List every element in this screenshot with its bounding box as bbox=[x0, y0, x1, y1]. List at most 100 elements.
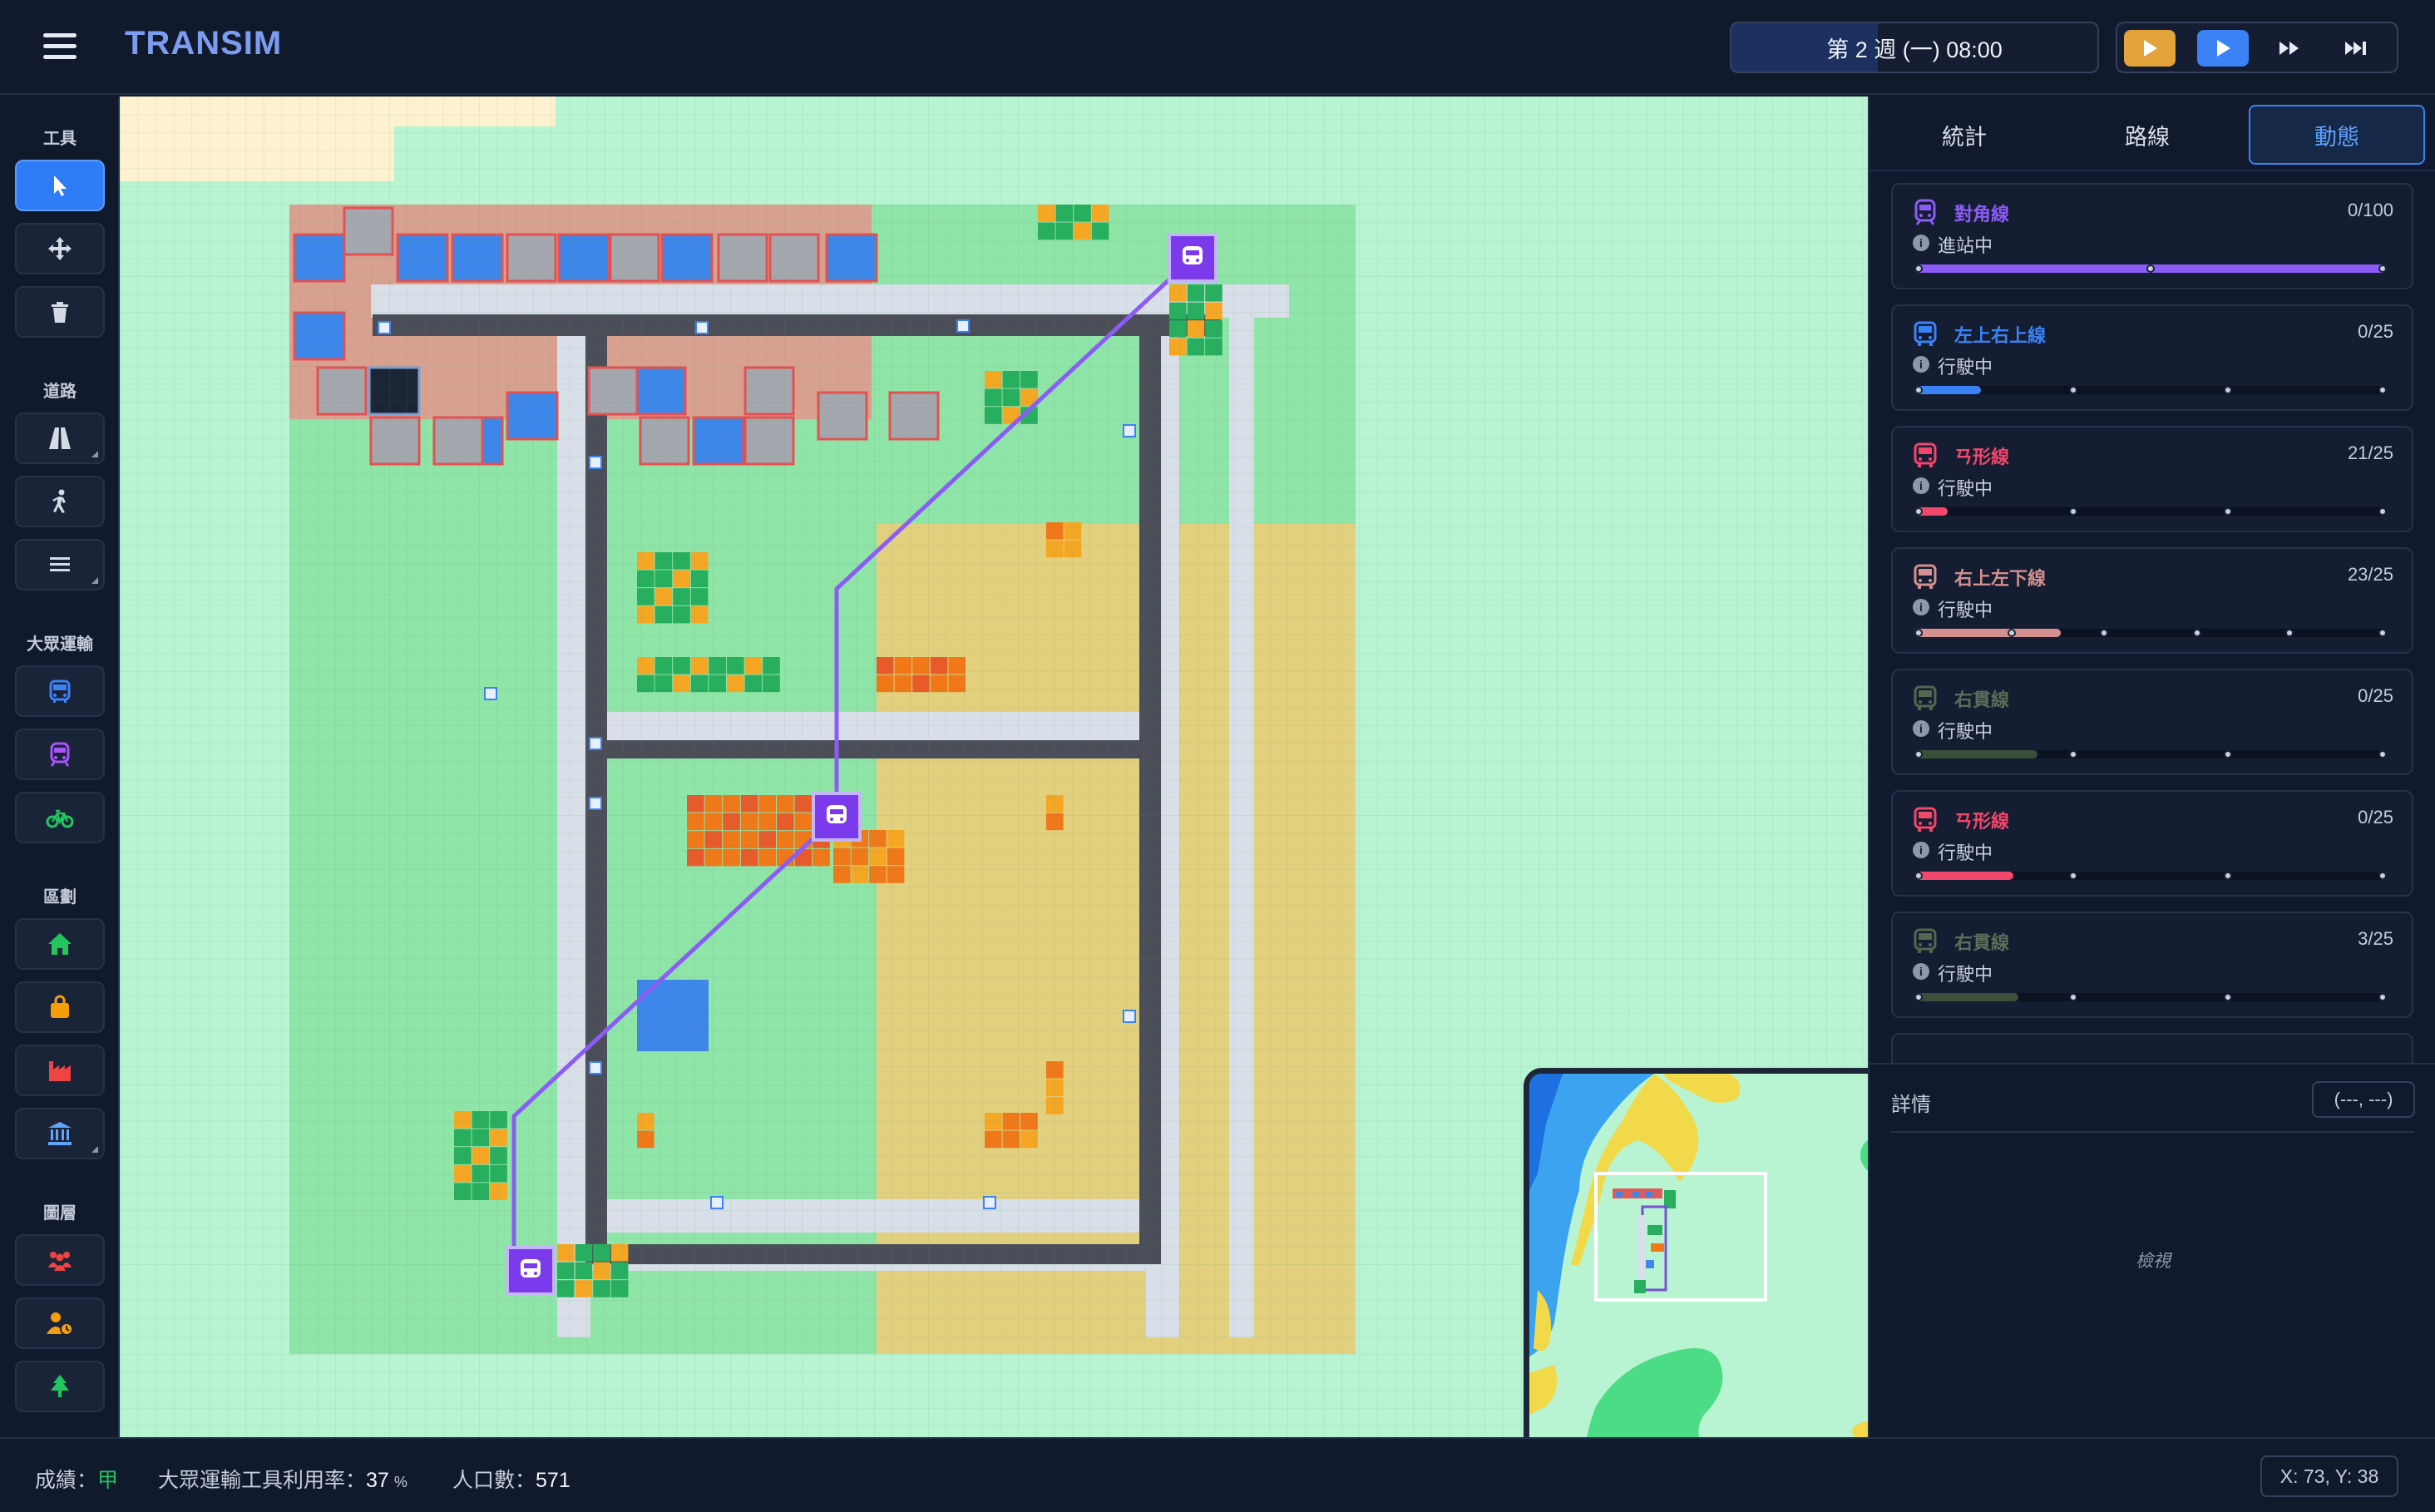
route-stop-marker bbox=[1914, 629, 1923, 637]
train-station[interactable] bbox=[812, 792, 862, 842]
route-stop-marker bbox=[2285, 629, 2294, 637]
factory-icon bbox=[49, 1061, 71, 1081]
utilization-unit: % bbox=[393, 1474, 407, 1490]
route-stop-marker bbox=[2378, 507, 2387, 516]
route-progress-track bbox=[1914, 872, 2387, 880]
route-progress-track bbox=[1914, 629, 2387, 637]
route-progress-fill bbox=[1914, 872, 2014, 880]
industrial-zone-button[interactable] bbox=[15, 1045, 105, 1096]
route-name: 右上左下線 bbox=[1954, 568, 2047, 589]
minimap[interactable] bbox=[1524, 1068, 1868, 1437]
fast-forward-icon bbox=[2279, 42, 2299, 55]
info-panel: 統計 路線 動態 對角線 0/100 i 進站中 左上右上線 0/25 i 行駛中 ㄢ形線 21/… bbox=[1868, 96, 2435, 1437]
route-stop-marker bbox=[2100, 629, 2109, 637]
select-tool-button[interactable] bbox=[15, 160, 105, 211]
population-layer-button[interactable] bbox=[15, 1234, 105, 1286]
population-stat: 人口數：571 bbox=[452, 1464, 570, 1494]
bus-vehicle bbox=[589, 797, 602, 810]
civic-zone-button[interactable] bbox=[15, 1108, 105, 1159]
route-stop-marker bbox=[2069, 872, 2077, 880]
shopping-bag-icon bbox=[51, 995, 69, 1018]
utilization-stat: 大眾運輸工具利用率：37% bbox=[158, 1464, 407, 1494]
route-stop-marker bbox=[2224, 993, 2232, 1001]
menu-icon[interactable] bbox=[43, 33, 77, 60]
route-card[interactable]: 右貫線 0/25 i 行駛中 bbox=[1891, 669, 2413, 775]
move-tool-button[interactable] bbox=[15, 223, 105, 274]
population-value: 571 bbox=[536, 1469, 570, 1492]
bus-tool-button[interactable] bbox=[15, 665, 105, 717]
train-station[interactable] bbox=[1168, 233, 1218, 283]
route-load: 3/25 bbox=[2358, 928, 2393, 949]
cursor-position: X: 73, Y: 38 bbox=[2260, 1455, 2398, 1497]
bus-icon bbox=[1911, 805, 1939, 833]
route-name: 左上右上線 bbox=[1954, 325, 2047, 346]
route-progress-track bbox=[1914, 750, 2387, 758]
route-stop-marker bbox=[2069, 750, 2077, 758]
bus-vehicle bbox=[1123, 424, 1136, 437]
commercial-zone-button[interactable] bbox=[15, 981, 105, 1033]
section-label-roads: 道路 bbox=[43, 383, 77, 401]
bus-vehicle bbox=[956, 319, 970, 333]
pause-button[interactable] bbox=[2124, 30, 2176, 67]
route-progress-track bbox=[1914, 386, 2387, 394]
bus-vehicle bbox=[378, 321, 391, 334]
play-button[interactable] bbox=[2197, 30, 2249, 67]
train-tool-button[interactable] bbox=[15, 729, 105, 780]
app-root: TRANSIM 第 2 週 (一) 08:00 工具 道路 大眾運輸 區劃 圖層… bbox=[0, 0, 2435, 1512]
road-tool-button[interactable] bbox=[15, 413, 105, 464]
utilization-value: 37 bbox=[366, 1469, 389, 1492]
submenu-indicator bbox=[91, 1146, 98, 1153]
route-stop-marker bbox=[2378, 993, 2387, 1001]
route-progress-track bbox=[1914, 507, 2387, 516]
bike-tool-button[interactable] bbox=[15, 792, 105, 843]
details-panel: 詳情 (---, ---) 檢視 bbox=[1869, 1063, 2435, 1437]
train-station[interactable] bbox=[506, 1246, 556, 1296]
route-stop-marker bbox=[2007, 629, 2016, 637]
tab-routes[interactable]: 路線 bbox=[2059, 105, 2235, 165]
fastest-button[interactable] bbox=[2330, 30, 2382, 67]
delete-tool-button[interactable] bbox=[15, 286, 105, 338]
play-icon bbox=[2144, 40, 2157, 57]
route-stop-marker bbox=[2378, 750, 2387, 758]
route-card[interactable] bbox=[1891, 1033, 2413, 1063]
grade-stat: 成績：甲 bbox=[35, 1464, 118, 1494]
bank-icon bbox=[48, 1122, 72, 1145]
people-icon bbox=[48, 1252, 72, 1271]
residential-zone-button[interactable] bbox=[15, 918, 105, 970]
route-status: 行駛中 bbox=[1938, 478, 1993, 499]
route-card[interactable]: 對角線 0/100 i 進站中 bbox=[1891, 183, 2413, 289]
route-card[interactable]: 左上右上線 0/25 i 行駛中 bbox=[1891, 304, 2413, 411]
bus-vehicle bbox=[589, 737, 602, 750]
route-load: 0/100 bbox=[2347, 200, 2393, 220]
route-card[interactable]: ㄢ形線 0/25 i 行駛中 bbox=[1891, 790, 2413, 897]
tab-activity[interactable]: 動態 bbox=[2249, 105, 2425, 165]
grade-label: 成績： bbox=[35, 1469, 98, 1492]
route-card[interactable]: 右貫線 3/25 i 行駛中 bbox=[1891, 912, 2413, 1018]
nature-layer-button[interactable] bbox=[15, 1361, 105, 1412]
rail-tool-button[interactable] bbox=[15, 539, 105, 590]
info-icon: i bbox=[1913, 356, 1929, 373]
house-icon bbox=[48, 933, 72, 955]
move-arrows-icon bbox=[48, 237, 72, 260]
population-label: 人口數： bbox=[452, 1469, 536, 1492]
bus-icon bbox=[1911, 319, 1939, 348]
bus-vehicle bbox=[484, 687, 497, 700]
route-card[interactable]: ㄢ形線 21/25 i 行駛中 bbox=[1891, 426, 2413, 532]
route-progress-fill bbox=[1914, 629, 2062, 637]
submenu-indicator bbox=[91, 451, 98, 457]
tab-statistics[interactable]: 統計 bbox=[1876, 105, 2052, 165]
minimap-canvas[interactable] bbox=[1529, 1074, 1868, 1437]
route-stop-marker bbox=[2378, 872, 2387, 880]
fast-forward-button[interactable] bbox=[2264, 30, 2315, 67]
route-load: 21/25 bbox=[2347, 442, 2393, 463]
route-card[interactable]: 右上左下線 23/25 i 行駛中 bbox=[1891, 547, 2413, 654]
walk-tool-button[interactable] bbox=[15, 476, 105, 527]
bus-vehicle bbox=[589, 456, 602, 469]
status-bar: 成績：甲 大眾運輸工具利用率：37% 人口數：571 X: 73, Y: 38 bbox=[0, 1437, 2435, 1512]
info-icon: i bbox=[1913, 477, 1929, 494]
details-coordinate: (---, ---) bbox=[2312, 1081, 2415, 1118]
route-status-list[interactable]: 對角線 0/100 i 進站中 左上右上線 0/25 i 行駛中 ㄢ形線 21/25 i 行駛中 右上左… bbox=[1869, 171, 2435, 1063]
commute-layer-button[interactable] bbox=[15, 1297, 105, 1349]
city-map[interactable] bbox=[120, 96, 1868, 1437]
route-progress-fill bbox=[1914, 750, 2037, 758]
